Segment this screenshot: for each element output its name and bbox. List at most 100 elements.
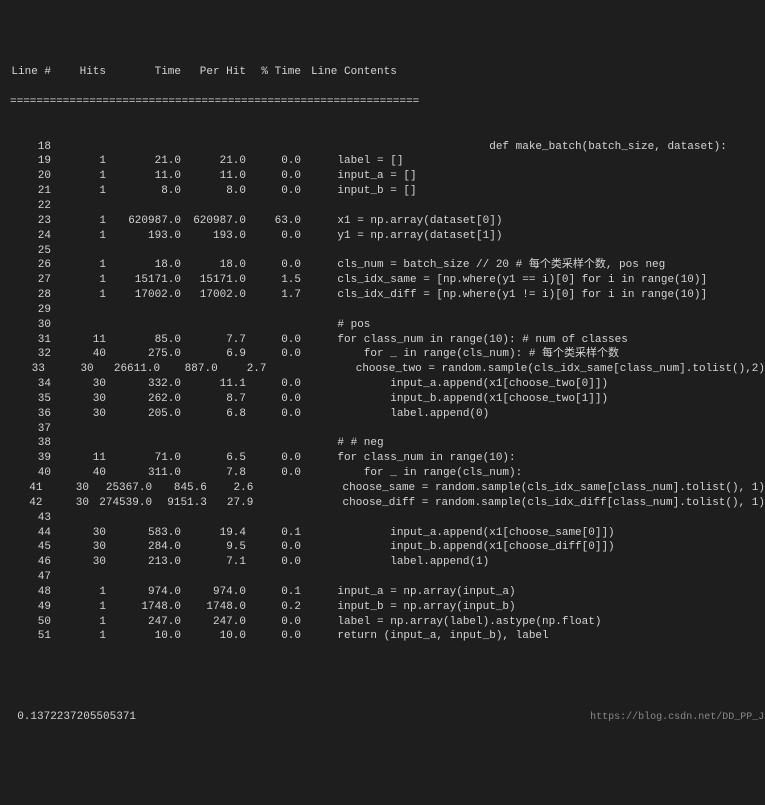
hits-value: 30 xyxy=(49,362,98,377)
hits-value: 1 xyxy=(55,154,110,169)
table-row: 20111.011.00.0 input_a = [] xyxy=(0,169,765,184)
header-row: Line # Hits Time Per Hit % Time Line Con… xyxy=(0,65,765,80)
table-row: 51110.010.00.0 return (input_a, input_b)… xyxy=(0,629,765,644)
code-line: for class_num in range(10): # num of cla… xyxy=(305,333,765,348)
table-row: 2118.08.00.0 input_b = [] xyxy=(0,184,765,199)
code-line: cls_num = batch_size // 20 # 每个类采样个数, po… xyxy=(305,258,765,273)
header-time: Time xyxy=(110,65,185,80)
time-value xyxy=(110,570,185,585)
perhit-value: 6.5 xyxy=(185,451,250,466)
time-value: 274539.0 xyxy=(93,496,156,511)
table-row: 3430332.011.10.0 input_a.append(x1[choos… xyxy=(0,377,765,392)
time-value: 284.0 xyxy=(110,540,185,555)
pct-value: 0.0 xyxy=(250,169,305,184)
hits-value: 30 xyxy=(55,555,110,570)
pct-value xyxy=(250,244,305,259)
hits-value: 30 xyxy=(46,481,92,496)
hits-value xyxy=(55,244,110,259)
footer: 0.1372237205505371https://blog.csdn.net/… xyxy=(0,695,765,725)
pct-value: 2.6 xyxy=(211,481,257,496)
code-line: choose_same = random.sample(cls_idx_same… xyxy=(257,481,765,496)
time-value: 71.0 xyxy=(110,451,185,466)
table-row: 311185.07.70.0 for class_num in range(10… xyxy=(0,333,765,348)
perhit-value: 1748.0 xyxy=(185,600,250,615)
hits-value xyxy=(55,318,110,333)
profile-table: 18 def make_batch(batch_size, dataset):1… xyxy=(0,140,765,645)
line-number: 19 xyxy=(0,154,55,169)
hits-value: 40 xyxy=(55,347,110,362)
line-number: 40 xyxy=(0,466,55,481)
table-row: 4040311.07.80.0 for _ in range(cls_num): xyxy=(0,466,765,481)
code-line xyxy=(305,422,765,437)
time-value: 974.0 xyxy=(110,585,185,600)
header-contents: Line Contents xyxy=(305,65,765,80)
time-value: 8.0 xyxy=(110,184,185,199)
line-number: 49 xyxy=(0,600,55,615)
hits-value: 30 xyxy=(55,540,110,555)
pct-value xyxy=(250,436,305,451)
pct-value: 0.0 xyxy=(250,184,305,199)
perhit-value: 247.0 xyxy=(185,615,250,630)
header-hits: Hits xyxy=(55,65,110,80)
hits-value: 1 xyxy=(55,169,110,184)
line-number: 32 xyxy=(0,347,55,362)
code-line xyxy=(305,303,765,318)
hits-value: 30 xyxy=(55,407,110,422)
line-number: 18 xyxy=(0,140,55,155)
pct-value: 0.0 xyxy=(250,629,305,644)
perhit-value: 7.7 xyxy=(185,333,250,348)
perhit-value: 8.0 xyxy=(185,184,250,199)
hits-value: 11 xyxy=(55,333,110,348)
pct-value xyxy=(250,511,305,526)
line-number: 47 xyxy=(0,570,55,585)
line-number: 22 xyxy=(0,199,55,214)
time-value: 620987.0 xyxy=(110,214,185,229)
table-row: 47 xyxy=(0,570,765,585)
time-value: 262.0 xyxy=(110,392,185,407)
hits-value: 30 xyxy=(55,377,110,392)
pct-value: 0.0 xyxy=(250,258,305,273)
code-line: input_a = [] xyxy=(305,169,765,184)
table-row: 19121.021.00.0 label = [] xyxy=(0,154,765,169)
perhit-value: 7.8 xyxy=(185,466,250,481)
time-value: 15171.0 xyxy=(110,273,185,288)
line-number: 27 xyxy=(0,273,55,288)
header-line: Line # xyxy=(0,65,55,80)
perhit-value xyxy=(185,422,250,437)
pct-value: 0.0 xyxy=(250,540,305,555)
pct-value: 0.0 xyxy=(250,392,305,407)
table-row: 3530262.08.70.0 input_b.append(x1[choose… xyxy=(0,392,765,407)
pct-value: 0.0 xyxy=(250,466,305,481)
table-row: 26118.018.00.0 cls_num = batch_size // 2… xyxy=(0,258,765,273)
table-row: 4530284.09.50.0 input_b.append(x1[choose… xyxy=(0,540,765,555)
perhit-value xyxy=(185,199,250,214)
time-value xyxy=(110,244,185,259)
table-row: 3630205.06.80.0 label.append(0) xyxy=(0,407,765,422)
pct-value: 0.2 xyxy=(250,600,305,615)
pct-value: 0.0 xyxy=(250,333,305,348)
hits-value: 1 xyxy=(55,258,110,273)
time-value: 10.0 xyxy=(110,629,185,644)
table-row: 38 # # neg xyxy=(0,436,765,451)
time-value xyxy=(110,318,185,333)
line-number: 37 xyxy=(0,422,55,437)
code-line: y1 = np.array(dataset[1]) xyxy=(305,229,765,244)
pct-value: 2.7 xyxy=(222,362,271,377)
line-number: 35 xyxy=(0,392,55,407)
code-line: choose_diff = random.sample(cls_idx_diff… xyxy=(257,496,765,511)
table-row: 18 def make_batch(batch_size, dataset): xyxy=(0,140,765,155)
perhit-value: 887.0 xyxy=(164,362,222,377)
code-line: x1 = np.array(dataset[0]) xyxy=(305,214,765,229)
time-value: 583.0 xyxy=(110,526,185,541)
hits-value: 1 xyxy=(55,629,110,644)
table-row: 37 xyxy=(0,422,765,437)
table-row: 4430583.019.40.1 input_a.append(x1[choos… xyxy=(0,526,765,541)
pct-value xyxy=(250,199,305,214)
perhit-value: 974.0 xyxy=(185,585,250,600)
pct-value: 0.1 xyxy=(250,585,305,600)
perhit-value: 8.7 xyxy=(185,392,250,407)
hits-value: 1 xyxy=(55,600,110,615)
hits-value: 40 xyxy=(55,466,110,481)
line-number: 36 xyxy=(0,407,55,422)
pct-value: 1.5 xyxy=(250,273,305,288)
